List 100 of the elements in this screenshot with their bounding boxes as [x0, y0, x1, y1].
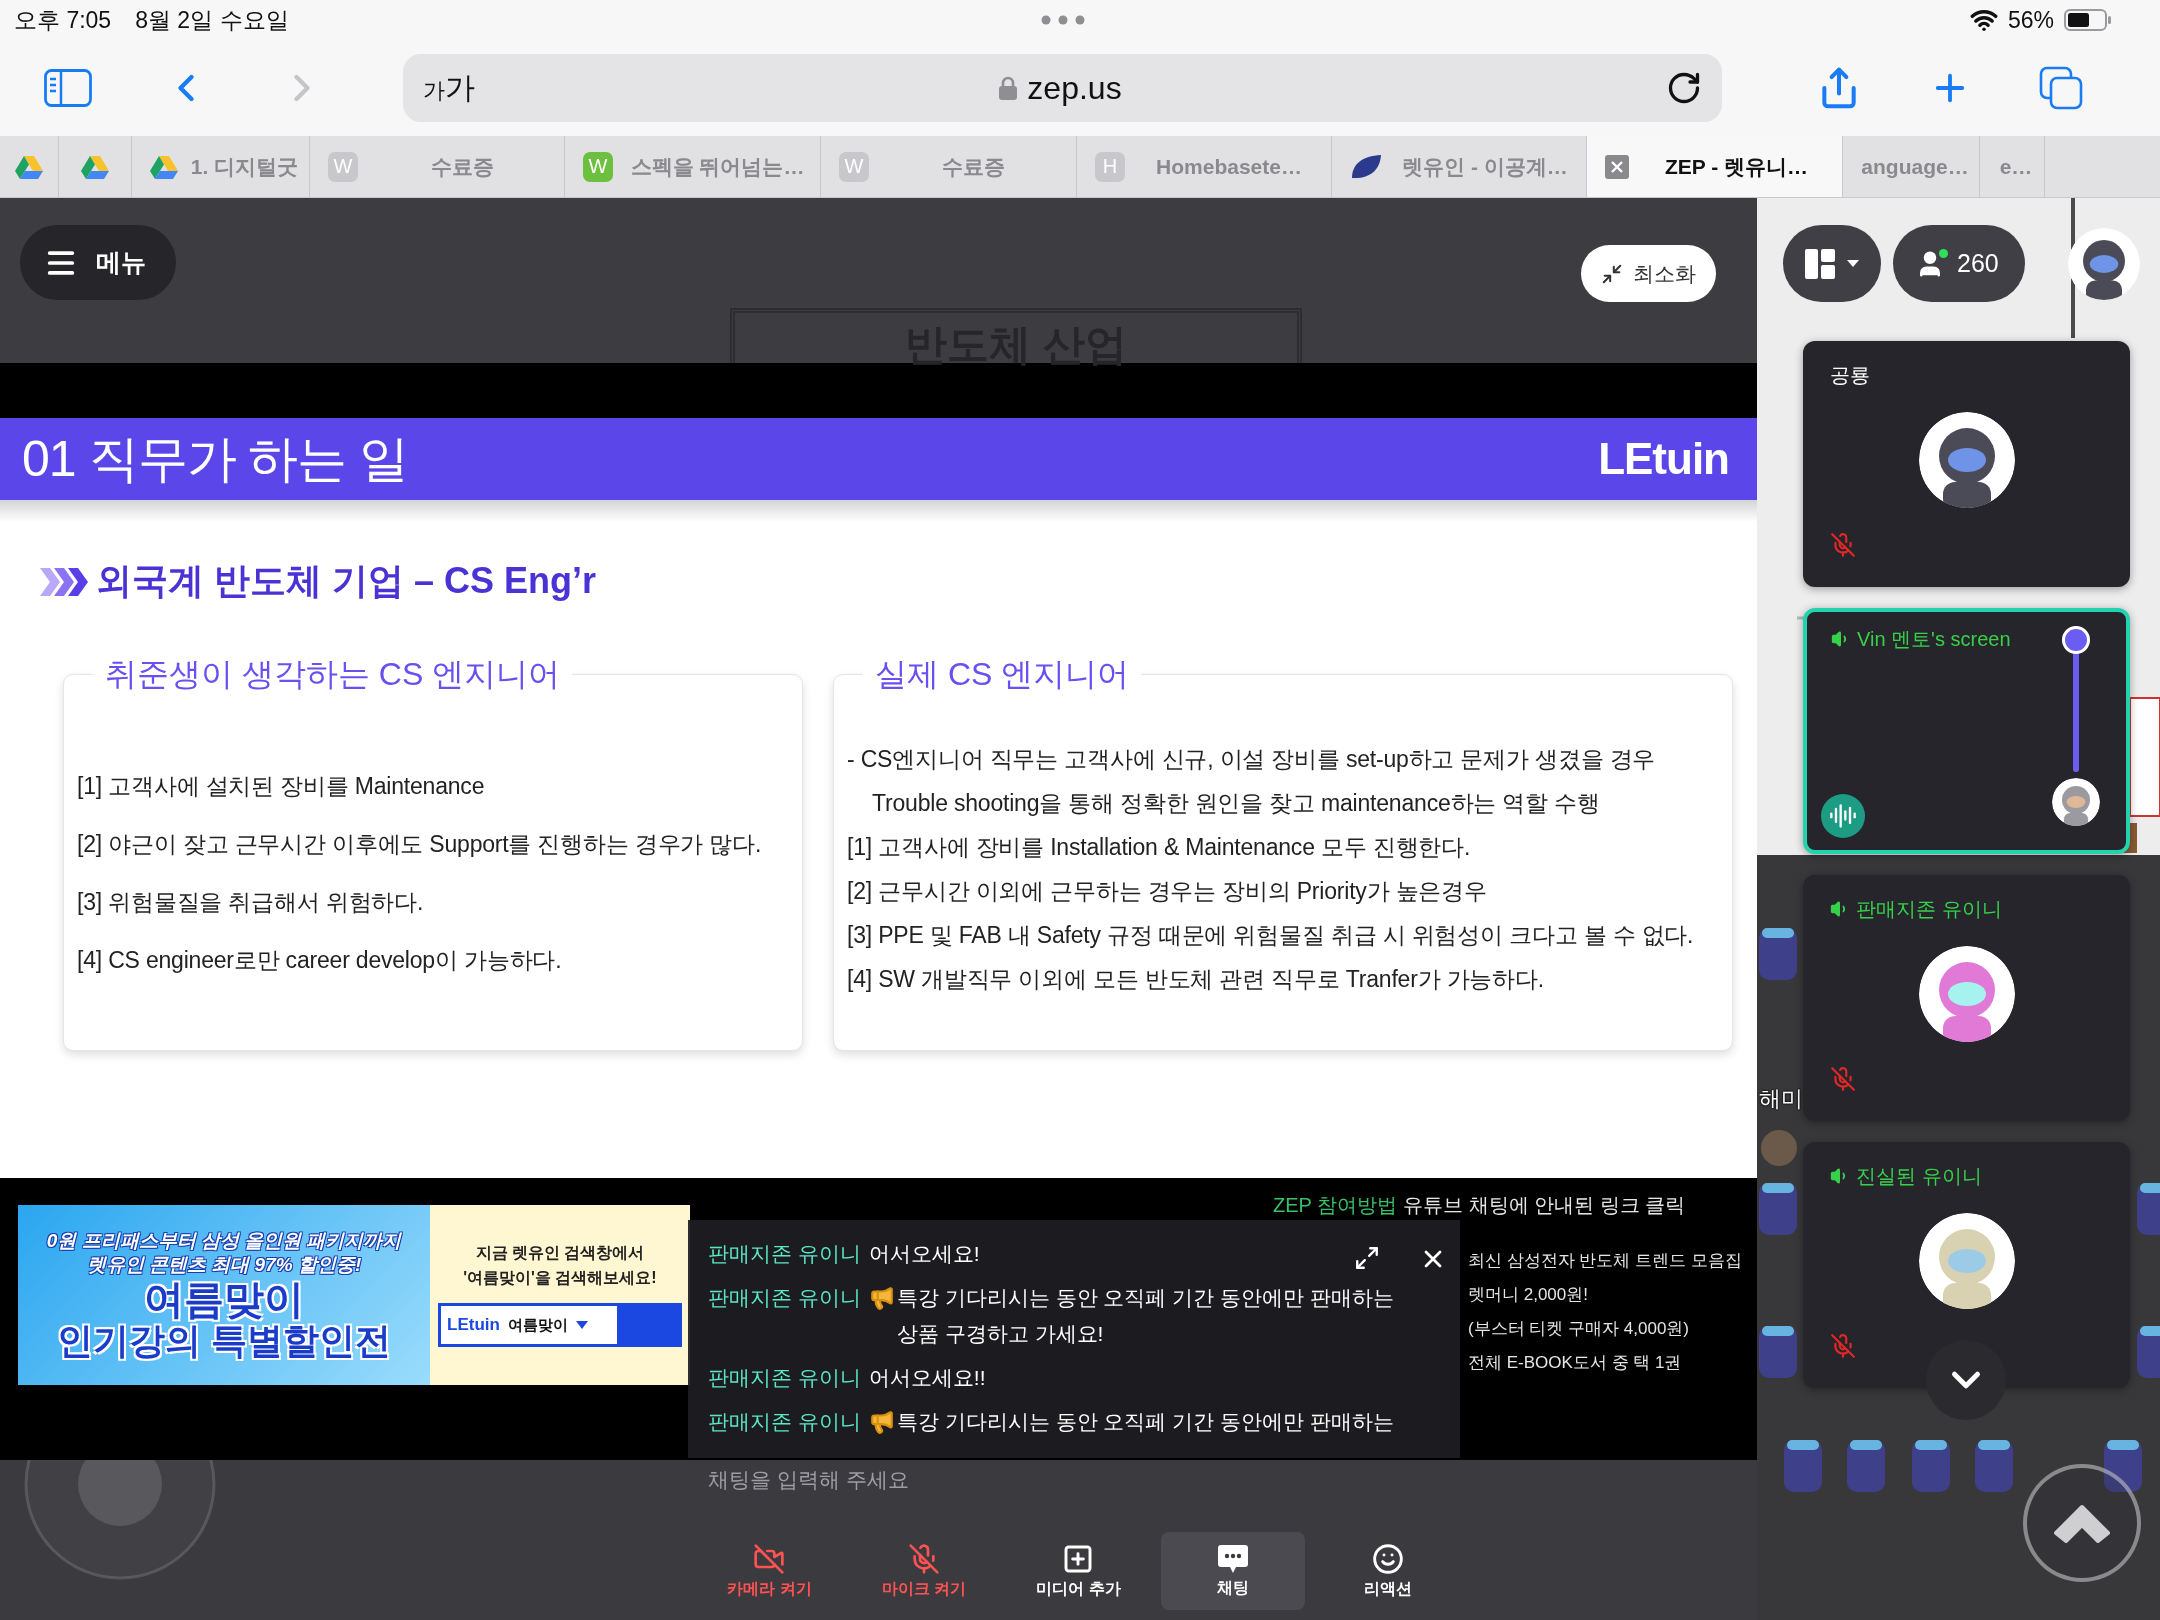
battery-percent: 56%	[2007, 6, 2054, 34]
avatar-icon	[2068, 227, 2140, 300]
browser-tab[interactable]: W 수료증	[821, 136, 1077, 197]
smiley-icon	[1371, 1542, 1404, 1575]
text-size-button[interactable]: 가가	[419, 67, 479, 109]
browser-tab[interactable]: e…	[1980, 136, 2045, 197]
battery-icon	[2064, 9, 2112, 31]
tabs-overview-icon	[2039, 66, 2083, 110]
chat-input[interactable]: 채팅을 입력해 주세요	[688, 1460, 1460, 1500]
search-logo: LEtuin	[447, 1315, 500, 1335]
notice-text: 유튜브 채팅에 안내된 링크 클릭	[1403, 1193, 1686, 1218]
volume-slider[interactable]	[2062, 626, 2090, 772]
participant-name: 진실된 유이니	[1856, 1163, 1982, 1189]
chair-icon	[1847, 1440, 1885, 1492]
browser-tab[interactable]: anguage…	[1843, 136, 1980, 197]
banner-tagline: 렛유인 콘텐츠 최대 97% 할인중!	[86, 1253, 362, 1278]
more-dots-icon[interactable]	[1041, 15, 1085, 25]
banner-title: 인기강의 특별할인전	[57, 1321, 391, 1361]
megaphone-icon	[868, 1285, 895, 1311]
search-term: 여름맞이	[507, 1315, 568, 1335]
banner-title: 여름맞이	[144, 1277, 304, 1322]
triple-chevron-icon	[40, 567, 90, 596]
notice-label: ZEP 참여방법	[1273, 1193, 1398, 1218]
tabs-button[interactable]	[2039, 66, 2083, 110]
panel-item-text: [4] CS engineer로만 career develop이 가능하다.	[77, 946, 563, 975]
panel-item-text: [2] 근무시간 이외에 근무하는 경우는 장비의 Priority가 높은경우	[847, 877, 1488, 906]
notice-text: 최신 삼성전자 반도체 트렌드 모음집	[1468, 1250, 1742, 1272]
slider-thumb[interactable]	[2062, 626, 2090, 654]
triangle-logo-icon	[81, 154, 109, 179]
panel-item-text: [3] PPE 및 FAB 내 Safety 규정 때문에 위험물질 취급 시 위험성이 크다고 볼 수 없다.	[847, 921, 1695, 950]
close-icon[interactable]	[1605, 154, 1629, 179]
microphone-button[interactable]: 마이크 켜기	[851, 1532, 997, 1610]
panel-item-text: [1] 고객사에 장비를 Installation & Maintenance 모두 진행한다.	[847, 833, 1472, 862]
add-media-button[interactable]: 미디어 추가	[1006, 1532, 1151, 1610]
avatar-icon	[1918, 412, 2015, 508]
favicon-tile: W	[328, 151, 358, 182]
chair-icon	[2137, 1326, 2160, 1378]
chevron-up-icon	[2052, 1503, 2112, 1543]
camera-button[interactable]: 카메라 켜기	[697, 1532, 842, 1610]
browser-tab[interactable]: 1. 디지털굿	[132, 136, 310, 197]
chair-icon	[1759, 928, 1797, 980]
lock-icon	[999, 76, 1018, 100]
caret-down-icon	[1847, 260, 1859, 267]
my-avatar-button[interactable]	[2068, 227, 2140, 300]
chair-icon	[1912, 1440, 1950, 1492]
layout-grid-icon	[1805, 248, 1835, 279]
participant-name: 판매지존 유이니	[1856, 896, 2002, 922]
status-date: 8월 2일 수요일	[135, 5, 289, 35]
reload-button[interactable]	[1666, 70, 1702, 106]
panel-item-text: - CS엔지니어 직무는 고객사에 신규, 이설 장비를 set-up하고 문제가 생겼을 경우 Trouble shooting을 통해 정확한 원인을 찾고 maintenance하는 역할 수행	[847, 745, 1657, 818]
sidebar-button[interactable]	[44, 69, 92, 107]
chat-message-text: 어서오세요!	[868, 1241, 980, 1267]
avatar-icon	[1918, 1213, 2015, 1309]
chat-bubble-icon	[1217, 1543, 1250, 1574]
avatar-icon	[1918, 946, 2015, 1042]
slide-title: 01 직무가 하는 일	[22, 429, 409, 489]
leaf-logo-icon	[1350, 153, 1382, 180]
avatar-icon	[2052, 778, 2100, 826]
character-icon	[1761, 1130, 1797, 1166]
url-text: zep.us	[1027, 69, 1122, 107]
expand-chat-button[interactable]	[1354, 1245, 1380, 1271]
slide-subtitle: 외국계 반도체 기업 – CS Eng’r	[96, 559, 597, 603]
banner-prompt: '여름맞이'을 검색해보세요!	[463, 1268, 657, 1288]
brand-logo: LEtuin	[1598, 434, 1729, 484]
triangle-logo-icon	[15, 154, 43, 179]
browser-tab[interactable]: H Homebasete…	[1077, 136, 1332, 197]
chat-sender-name: 판매지존 유이니	[708, 1409, 861, 1435]
browser-tab[interactable]: W 수료증	[310, 136, 565, 197]
chat-sender-name: 판매지존 유이니	[708, 1285, 861, 1311]
participant-name: 공룡	[1830, 362, 1870, 388]
chat-button[interactable]: 채팅	[1160, 1532, 1306, 1610]
minimize-button[interactable]: 최소화	[1581, 245, 1716, 302]
sound-wave-icon	[1829, 802, 1857, 830]
caret-down-icon	[575, 1321, 588, 1329]
triangle-logo-icon	[150, 154, 178, 179]
chat-message-text: 특강 기다리시는 동안 오직페 기간 동안에만 판매하는	[896, 1409, 1394, 1435]
audio-button[interactable]	[1821, 794, 1865, 838]
chair-icon	[1975, 1440, 2013, 1492]
favicon-tile: W	[583, 151, 613, 182]
camera-off-icon	[753, 1542, 786, 1575]
chat-sender-name: 판매지존 유이니	[708, 1365, 861, 1391]
chair-icon	[2104, 1440, 2142, 1492]
status-time: 오후 7:05	[14, 5, 112, 35]
chair-icon	[2137, 1183, 2160, 1235]
player-name-label: 해미	[1759, 1085, 1803, 1113]
panel-item-text: [1] 고객사에 설치된 장비를 Maintenance	[77, 772, 486, 801]
chat-message-text: 어서오세요!!	[868, 1365, 986, 1391]
reaction-button[interactable]: 리액션	[1315, 1532, 1460, 1610]
panel-item-text: [3] 위험물질을 취급해서 위험하다.	[77, 888, 425, 917]
notice-text: 렛머니 2,000원!	[1468, 1284, 1588, 1306]
reload-icon	[1666, 70, 1702, 106]
menu-button[interactable]: 메뉴	[20, 225, 176, 300]
browser-tab[interactable]: W 스펙을 뛰어넘는…	[565, 136, 821, 197]
chat-sender-name: 판매지존 유이니	[708, 1241, 861, 1267]
notice-text: (부스터 티켓 구매자 4,000원)	[1468, 1318, 1690, 1340]
browser-tab[interactable]: ZEP - 렛유니…	[1587, 136, 1843, 197]
address-field[interactable]: 가가 zep.us	[403, 54, 1722, 122]
minimize-icon	[1601, 262, 1623, 285]
notice-text: 전체 E-BOOK도서 중 택 1권	[1468, 1352, 1682, 1374]
megaphone-icon	[868, 1409, 895, 1435]
